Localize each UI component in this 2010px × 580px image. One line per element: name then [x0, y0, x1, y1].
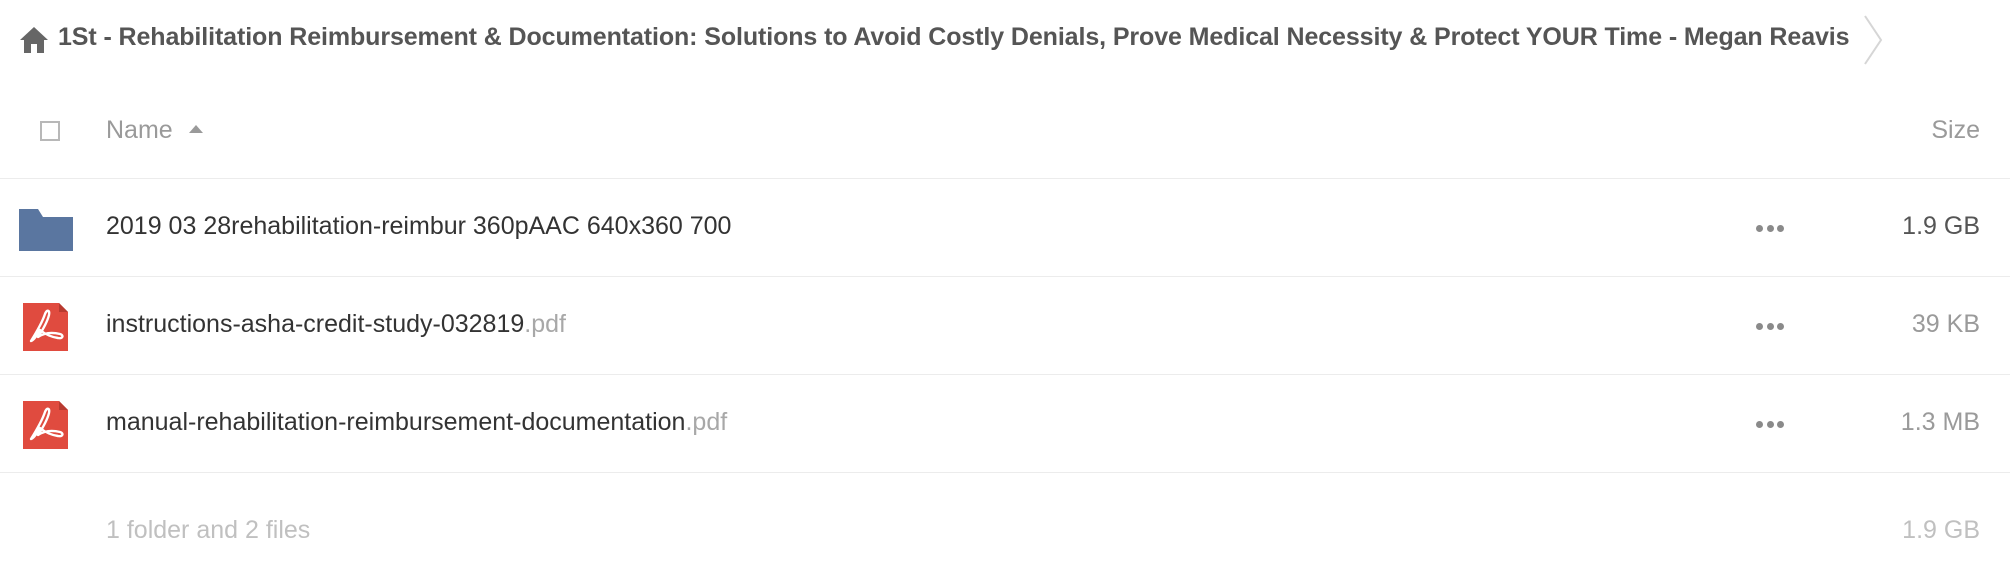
file-name-base: 2019 03 28rehabilitation-reimbur 360pAAC… [106, 212, 732, 240]
file-name-base: instructions-asha-credit-study-032819 [106, 310, 525, 338]
summary-total-size: 1.9 GB [1902, 516, 1980, 544]
file-extension: .pdf [685, 408, 728, 436]
file-row[interactable]: manual-rehabilitation-reimbursement-docu… [0, 375, 2010, 473]
file-name[interactable]: 2019 03 28rehabilitation-reimbur 360pAAC… [106, 212, 731, 241]
more-options-button[interactable] [1756, 314, 1784, 338]
file-extension: .pdf [524, 310, 566, 338]
file-list-summary: 1 folder and 2 files 1.9 GB [0, 510, 2010, 550]
file-name-base: manual-rehabilitation-reimbursement-docu… [106, 408, 686, 436]
dot [1756, 322, 1763, 330]
file-name[interactable]: instructions-asha-credit-study-032819.pd… [106, 310, 566, 339]
dot [1777, 224, 1784, 232]
file-size: 1.3 MB [1900, 408, 1980, 436]
pdf-icon [23, 303, 68, 351]
pdf-icon [23, 401, 68, 449]
select-all-checkbox[interactable] [40, 121, 60, 141]
breadcrumb: 1St - Rehabilitation Reimbursement & Doc… [0, 0, 2010, 80]
column-header-size[interactable]: Size [1931, 116, 1980, 145]
home-icon[interactable] [18, 25, 50, 55]
dot [1777, 322, 1784, 330]
file-row[interactable]: 2019 03 28rehabilitation-reimbur 360pAAC… [0, 179, 2010, 277]
dot [1777, 420, 1784, 428]
file-list-header: Name Size [0, 86, 2010, 179]
dot [1766, 224, 1774, 232]
more-options-button[interactable] [1756, 412, 1784, 436]
file-size: 39 KB [1911, 310, 1980, 338]
dot [1756, 420, 1763, 428]
column-header-name[interactable]: Name [106, 116, 173, 145]
file-size: 1.9 GB [1902, 212, 1980, 240]
file-row[interactable]: instructions-asha-credit-study-032819.pd… [0, 277, 2010, 375]
more-options-button[interactable] [1756, 216, 1784, 240]
breadcrumb-title[interactable]: 1St - Rehabilitation Reimbursement & Doc… [58, 23, 1850, 52]
summary-count: 1 folder and 2 files [106, 516, 311, 544]
file-name[interactable]: manual-rehabilitation-reimbursement-docu… [106, 408, 727, 437]
dot [1756, 224, 1763, 232]
dot [1766, 420, 1774, 428]
chevron-right-icon [1864, 15, 1883, 65]
sort-ascending-icon[interactable] [189, 125, 203, 133]
dot [1766, 322, 1774, 330]
folder-icon [19, 209, 73, 251]
